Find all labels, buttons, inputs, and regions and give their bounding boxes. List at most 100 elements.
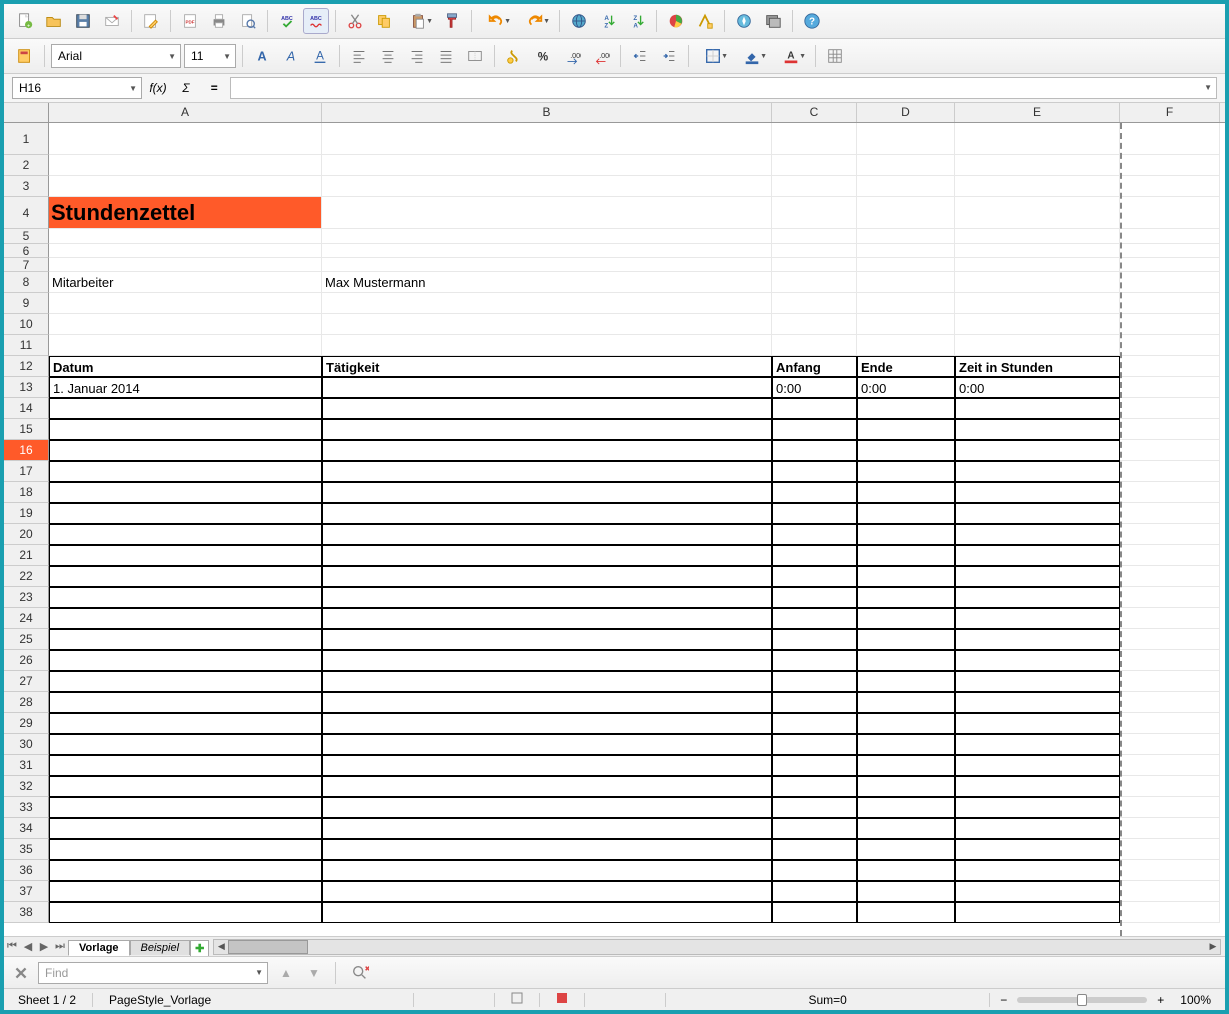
cell-F36[interactable] [1120, 860, 1220, 881]
cell-B8[interactable]: Max Mustermann [322, 272, 772, 293]
cell-A15[interactable] [49, 419, 322, 440]
zoom-out-button[interactable]: − [1000, 993, 1007, 1007]
cell-C11[interactable] [772, 335, 857, 356]
cell-F5[interactable] [1120, 229, 1220, 244]
cell-B2[interactable] [322, 155, 772, 176]
row-header-29[interactable]: 29 [4, 713, 49, 734]
cell-B35[interactable] [322, 839, 772, 860]
cell-E3[interactable] [955, 176, 1120, 197]
cell-B24[interactable] [322, 608, 772, 629]
cell-B23[interactable] [322, 587, 772, 608]
cell-F15[interactable] [1120, 419, 1220, 440]
row-header-6[interactable]: 6 [4, 244, 49, 258]
cell-C3[interactable] [772, 176, 857, 197]
cell-C14[interactable] [772, 398, 857, 419]
add-sheet-button[interactable]: ✚ [190, 940, 209, 956]
cell-B13[interactable] [322, 377, 772, 398]
cell-F24[interactable] [1120, 608, 1220, 629]
cell-E35[interactable] [955, 839, 1120, 860]
cell-F35[interactable] [1120, 839, 1220, 860]
cell-A23[interactable] [49, 587, 322, 608]
edit-button[interactable] [138, 8, 164, 34]
cell-B12[interactable]: Tätigkeit [322, 356, 772, 377]
col-header-A[interactable]: A [49, 103, 322, 122]
cell-D34[interactable] [857, 818, 955, 839]
cell-F32[interactable] [1120, 776, 1220, 797]
cell-A34[interactable] [49, 818, 322, 839]
cell-D31[interactable] [857, 755, 955, 776]
cell-A27[interactable] [49, 671, 322, 692]
row-header-16[interactable]: 16 [4, 440, 49, 461]
cell-B15[interactable] [322, 419, 772, 440]
row-header-17[interactable]: 17 [4, 461, 49, 482]
cell-F25[interactable] [1120, 629, 1220, 650]
row-header-33[interactable]: 33 [4, 797, 49, 818]
row-header-32[interactable]: 32 [4, 776, 49, 797]
cell-A17[interactable] [49, 461, 322, 482]
italic-button[interactable]: A [278, 43, 304, 69]
scroll-thumb[interactable] [228, 940, 308, 954]
cell-E4[interactable] [955, 197, 1120, 229]
cell-D29[interactable] [857, 713, 955, 734]
cell-reference-combo[interactable]: H16▼ [12, 77, 142, 99]
cell-C18[interactable] [772, 482, 857, 503]
sheet-tab-vorlage[interactable]: Vorlage [68, 940, 130, 956]
cell-F37[interactable] [1120, 881, 1220, 902]
cell-A5[interactable] [49, 229, 322, 244]
cell-D11[interactable] [857, 335, 955, 356]
cell-A18[interactable] [49, 482, 322, 503]
cell-B6[interactable] [322, 244, 772, 258]
grid-lines-button[interactable] [822, 43, 848, 69]
cell-E1[interactable] [955, 123, 1120, 155]
font-size-combo[interactable]: 11▼ [184, 44, 236, 68]
status-pagestyle[interactable]: PageStyle_Vorlage [103, 993, 403, 1007]
cell-E10[interactable] [955, 314, 1120, 335]
cell-D30[interactable] [857, 734, 955, 755]
cell-A4[interactable]: Stundenzettel [49, 197, 322, 229]
cell-A21[interactable] [49, 545, 322, 566]
cell-C7[interactable] [772, 258, 857, 272]
cell-B28[interactable] [322, 692, 772, 713]
print-preview-button[interactable] [235, 8, 261, 34]
merge-cells-button[interactable] [462, 43, 488, 69]
cell-E29[interactable] [955, 713, 1120, 734]
row-header-10[interactable]: 10 [4, 314, 49, 335]
cell-C5[interactable] [772, 229, 857, 244]
cell-F21[interactable] [1120, 545, 1220, 566]
cell-A10[interactable] [49, 314, 322, 335]
cell-F8[interactable] [1120, 272, 1220, 293]
cell-B30[interactable] [322, 734, 772, 755]
email-button[interactable] [99, 8, 125, 34]
cell-C38[interactable] [772, 902, 857, 923]
underline-button[interactable]: A [307, 43, 333, 69]
cell-A22[interactable] [49, 566, 322, 587]
cell-B34[interactable] [322, 818, 772, 839]
cell-A13[interactable]: 1. Januar 2014 [49, 377, 322, 398]
cell-A24[interactable] [49, 608, 322, 629]
help-button[interactable]: ? [799, 8, 825, 34]
cell-E26[interactable] [955, 650, 1120, 671]
cell-E34[interactable] [955, 818, 1120, 839]
scroll-right-icon[interactable]: ▶ [1206, 940, 1220, 954]
align-right-button[interactable] [404, 43, 430, 69]
cell-B9[interactable] [322, 293, 772, 314]
cell-F16[interactable] [1120, 440, 1220, 461]
cell-A36[interactable] [49, 860, 322, 881]
cell-C23[interactable] [772, 587, 857, 608]
row-header-31[interactable]: 31 [4, 755, 49, 776]
cell-D14[interactable] [857, 398, 955, 419]
cell-E21[interactable] [955, 545, 1120, 566]
cell-E17[interactable] [955, 461, 1120, 482]
cell-C4[interactable] [772, 197, 857, 229]
find-close-button[interactable] [12, 964, 30, 982]
cell-B25[interactable] [322, 629, 772, 650]
row-header-19[interactable]: 19 [4, 503, 49, 524]
currency-button[interactable] [501, 43, 527, 69]
cell-A19[interactable] [49, 503, 322, 524]
row-header-22[interactable]: 22 [4, 566, 49, 587]
cell-D37[interactable] [857, 881, 955, 902]
cell-C2[interactable] [772, 155, 857, 176]
cell-D19[interactable] [857, 503, 955, 524]
indent-increase-button[interactable] [656, 43, 682, 69]
row-header-20[interactable]: 20 [4, 524, 49, 545]
